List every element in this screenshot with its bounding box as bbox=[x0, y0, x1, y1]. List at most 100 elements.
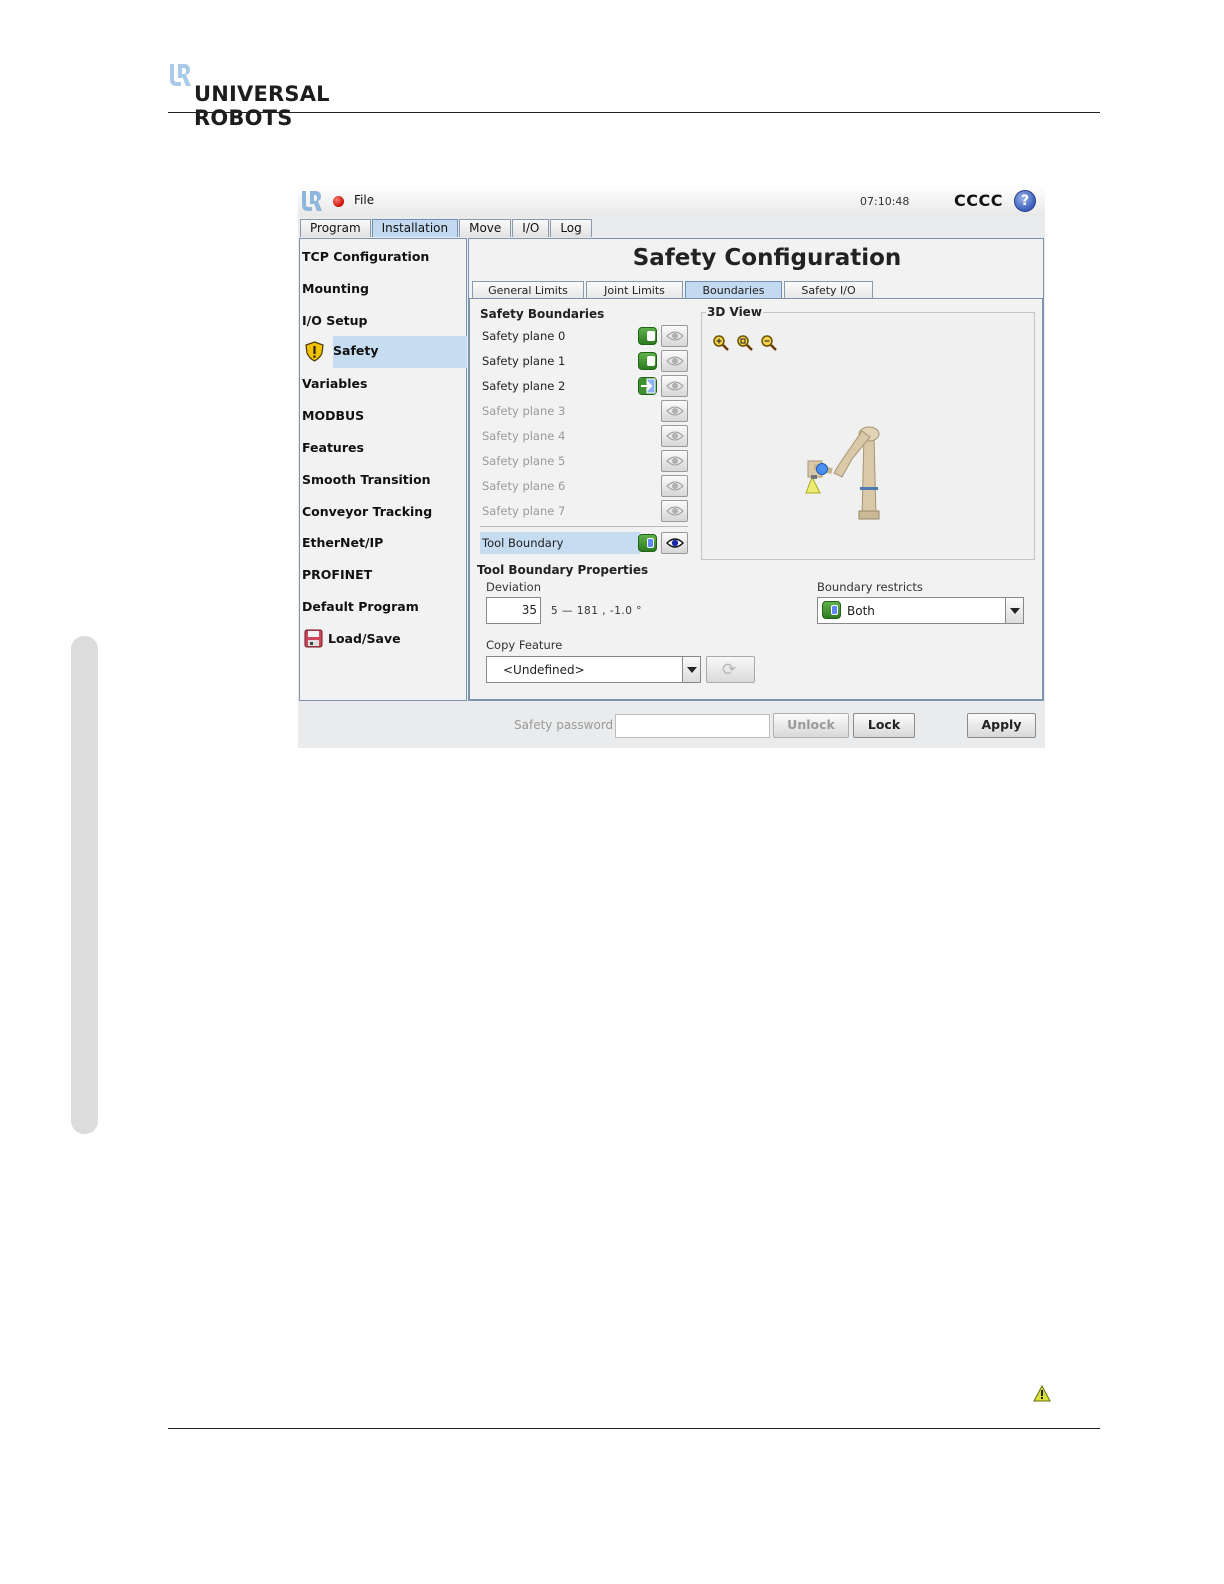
safety-plane-label: Safety plane 6 bbox=[482, 479, 566, 493]
footer-rule bbox=[168, 1428, 1100, 1429]
copy-feature-apply-button[interactable]: ⟳ bbox=[706, 656, 755, 683]
eye-icon bbox=[666, 538, 684, 548]
safety-plane-row[interactable]: Safety plane 5 bbox=[480, 450, 688, 472]
safety-plane-label: Safety plane 2 bbox=[482, 379, 566, 393]
visibility-button[interactable] bbox=[661, 325, 688, 347]
tab-general-limits[interactable]: General Limits bbox=[472, 281, 584, 299]
visibility-button[interactable] bbox=[661, 475, 688, 497]
3d-view-canvas[interactable] bbox=[701, 312, 1035, 560]
sidebar-item-io-setup[interactable]: I/O Setup bbox=[302, 306, 465, 336]
zoom-in-icon[interactable] bbox=[712, 334, 729, 351]
sidebar-item-label: Conveyor Tracking bbox=[302, 504, 433, 519]
tool-boundary-label: Tool Boundary bbox=[482, 536, 564, 550]
tool-boundary-properties-heading: Tool Boundary Properties bbox=[477, 563, 649, 577]
eye-icon bbox=[666, 406, 684, 416]
zoom-out-icon[interactable] bbox=[760, 334, 777, 351]
sidebar-item-mounting[interactable]: Mounting bbox=[302, 274, 465, 304]
visibility-button[interactable] bbox=[661, 400, 688, 422]
apply-button[interactable]: Apply bbox=[967, 713, 1036, 738]
bottom-bar: Safety password Unlock Lock Apply bbox=[298, 703, 1045, 748]
3d-view-label: 3D View bbox=[706, 305, 763, 319]
safety-password-input[interactable] bbox=[615, 714, 770, 738]
sidebar-item-label: PROFINET bbox=[302, 567, 373, 582]
sidebar-item-variables[interactable]: Variables bbox=[302, 369, 465, 399]
header-rule bbox=[168, 112, 1100, 113]
sidebar-item-features[interactable]: Features bbox=[302, 433, 465, 463]
tool-boundary-toggle-icon bbox=[822, 601, 841, 619]
boundary-restricts-select[interactable]: Both bbox=[817, 597, 1024, 624]
tab-log[interactable]: Log bbox=[550, 219, 592, 237]
safety-plane-row[interactable]: Safety plane 2 bbox=[480, 375, 688, 397]
safety-plane-row[interactable]: Safety plane 4 bbox=[480, 425, 688, 447]
refresh-icon: ⟳ bbox=[722, 660, 737, 680]
tool-boundary-toggle-icon[interactable] bbox=[638, 534, 657, 552]
tab-joint-limits[interactable]: Joint Limits bbox=[586, 281, 683, 299]
tool-boundary-row[interactable]: Tool Boundary bbox=[480, 532, 688, 554]
trigger-plane-icon[interactable] bbox=[638, 377, 657, 395]
lock-button[interactable]: Lock bbox=[853, 713, 915, 738]
safety-plane-row[interactable]: Safety plane 6 bbox=[480, 475, 688, 497]
tab-move[interactable]: Move bbox=[459, 219, 512, 237]
zoom-reset-icon[interactable] bbox=[736, 334, 753, 351]
deviation-input[interactable]: 35 bbox=[486, 597, 541, 624]
safety-plane-row[interactable]: Safety plane 3 bbox=[480, 400, 688, 422]
safety-plane-label: Safety plane 3 bbox=[482, 404, 566, 418]
tab-program[interactable]: Program bbox=[300, 219, 371, 237]
page-title: Safety Configuration bbox=[469, 245, 1045, 271]
ur-logo-icon bbox=[170, 64, 191, 86]
copy-feature-select[interactable]: <Undefined> bbox=[486, 656, 701, 683]
sidebar-item-conveyor-tracking[interactable]: Conveyor Tracking bbox=[302, 497, 465, 527]
help-button[interactable]: ? bbox=[1014, 190, 1036, 212]
sidebar-item-load-save[interactable]: Load/Save bbox=[302, 624, 465, 654]
robot-name: CCCC bbox=[954, 191, 1003, 210]
sidebar-item-tcp-configuration[interactable]: TCP Configuration bbox=[302, 242, 465, 272]
sidebar-item-label: TCP Configuration bbox=[302, 249, 430, 264]
sidebar-item-label: I/O Setup bbox=[302, 313, 368, 328]
sidebar-item-default-program[interactable]: Default Program bbox=[302, 592, 465, 622]
divider bbox=[480, 526, 688, 527]
visibility-button[interactable] bbox=[661, 425, 688, 447]
safety-sub-tabs: General Limits Joint Limits Boundaries S… bbox=[472, 281, 875, 299]
boundaries-tab-body: Safety Boundaries Safety plane 0 Safety … bbox=[469, 298, 1043, 700]
sidebar-item-label: Mounting bbox=[302, 281, 369, 296]
unlock-button[interactable]: Unlock bbox=[773, 713, 849, 738]
sidebar-item-ethernet-ip[interactable]: EtherNet/IP bbox=[302, 528, 465, 558]
boundary-restricts-label: Boundary restricts bbox=[817, 580, 923, 594]
deviation-label: Deviation bbox=[486, 580, 542, 594]
visibility-button[interactable] bbox=[661, 532, 688, 554]
visibility-button[interactable] bbox=[661, 375, 688, 397]
visibility-button[interactable] bbox=[661, 500, 688, 522]
chevron-down-icon[interactable] bbox=[682, 657, 700, 682]
sidebar-item-smooth-transition[interactable]: Smooth Transition bbox=[302, 465, 465, 495]
visibility-button[interactable] bbox=[661, 350, 688, 372]
plane-toggle-icon[interactable] bbox=[638, 327, 657, 345]
sidebar-item-label: Features bbox=[302, 440, 364, 455]
safety-boundaries-heading: Safety Boundaries bbox=[480, 307, 605, 321]
installation-sidebar: TCP Configuration Mounting I/O Setup Saf… bbox=[299, 238, 467, 701]
robot-arm-model bbox=[805, 426, 880, 520]
sidebar-item-safety[interactable]: Safety bbox=[302, 336, 467, 368]
boundary-restricts-value: Both bbox=[847, 604, 875, 618]
tab-installation[interactable]: Installation bbox=[371, 219, 459, 237]
clock: 07:10:48 bbox=[860, 195, 910, 208]
eye-icon bbox=[666, 381, 684, 391]
brand-header: UNIVERSAL ROBOTS bbox=[168, 62, 408, 130]
sidebar-item-profinet[interactable]: PROFINET bbox=[302, 560, 465, 590]
page-title-text: Safety Configuration bbox=[632, 245, 902, 271]
eye-icon bbox=[666, 331, 684, 341]
file-menu[interactable]: File bbox=[354, 193, 374, 207]
safety-plane-row[interactable]: Safety plane 1 bbox=[480, 350, 688, 372]
safety-plane-row[interactable]: Safety plane 7 bbox=[480, 500, 688, 522]
tab-safety-io[interactable]: Safety I/O bbox=[784, 281, 873, 299]
safety-plane-row[interactable]: Safety plane 0 bbox=[480, 325, 688, 347]
sidebar-item-label: Variables bbox=[302, 376, 368, 391]
plane-toggle-icon[interactable] bbox=[638, 352, 657, 370]
brand-name: UNIVERSAL ROBOTS bbox=[194, 82, 330, 130]
tab-io[interactable]: I/O bbox=[512, 219, 550, 237]
sidebar-item-modbus[interactable]: MODBUS bbox=[302, 401, 465, 431]
sidebar-item-label: Default Program bbox=[302, 599, 419, 614]
visibility-button[interactable] bbox=[661, 450, 688, 472]
safety-password-label: Safety password bbox=[514, 718, 614, 732]
chevron-down-icon[interactable] bbox=[1005, 598, 1023, 623]
tab-boundaries[interactable]: Boundaries bbox=[685, 281, 782, 299]
